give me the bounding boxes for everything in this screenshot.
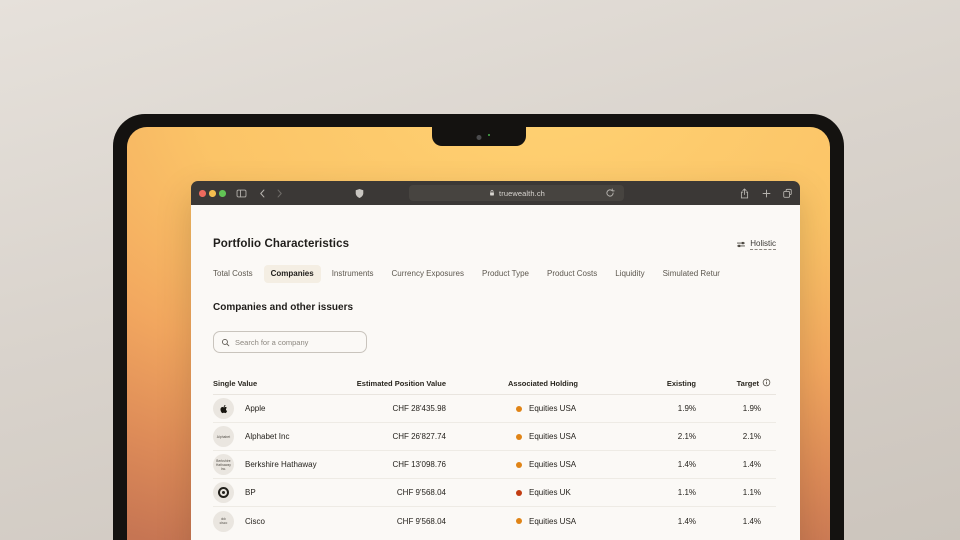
holistic-link-label: Holistic [750, 238, 776, 250]
zoom-window-button[interactable] [219, 190, 226, 197]
column-header-existing: Existing [666, 379, 696, 388]
table-row[interactable]: BP CHF 9'568.04 Equities UK 1.1% 1.1% [213, 479, 776, 507]
tab[interactable]: Product Type [482, 269, 529, 278]
company-name: Apple [245, 404, 266, 413]
existing-percent: 1.1% [677, 488, 696, 497]
company-logo: Alphabet [213, 426, 234, 447]
minimize-window-button[interactable] [209, 190, 216, 197]
tab[interactable]: Instruments [332, 269, 374, 278]
target-percent: 1.4% [742, 460, 761, 469]
position-value: CHF 13'098.76 [392, 460, 446, 469]
tab[interactable]: Currency Exposures [392, 269, 464, 278]
associated-holding: Equities USA [446, 517, 626, 526]
reload-icon[interactable] [605, 188, 615, 198]
company-logo [213, 398, 234, 419]
company-name: BP [245, 488, 256, 497]
company-logo: Berkshire Hathaway Inc. [213, 454, 234, 475]
company-name: Cisco [245, 516, 266, 526]
holding-dot [516, 433, 522, 440]
tab[interactable]: Companies [263, 264, 321, 283]
table-row[interactable]: Apple CHF 28'435.98 Equities USA 1.9% 1.… [213, 395, 776, 423]
company-name: Alphabet Inc [245, 432, 290, 441]
page-header: Portfolio Characteristics Holistic [213, 238, 776, 250]
laptop-screen: truewealth.ch Portfolio Characteristics … [127, 127, 830, 540]
table-row[interactable]: Alphabet Alphabet Inc CHF 26'827.74 Equi… [213, 423, 776, 451]
url-bar[interactable]: truewealth.ch [409, 185, 624, 201]
column-header-value: Estimated Position Value [356, 379, 446, 388]
target-percent: 1.9% [742, 404, 761, 413]
webcam [476, 135, 481, 140]
associated-holding: Equities USA [446, 404, 626, 413]
associated-holding: Equities USA [446, 432, 626, 441]
position-value: CHF 28'435.98 [392, 404, 446, 413]
holistic-link[interactable]: Holistic [736, 239, 776, 250]
position-value: CHF 26'827.74 [392, 432, 446, 441]
target-percent: 1.1% [742, 488, 761, 497]
holding-dot [516, 489, 522, 496]
privacy-shield-icon[interactable] [354, 188, 365, 199]
search-icon [222, 338, 230, 346]
section-heading: Companies and other issuers [213, 302, 354, 313]
existing-percent: 1.4% [677, 460, 696, 469]
company-logo [213, 482, 234, 503]
sliders-icon [737, 241, 746, 247]
company-logo: ılıılı cisco [213, 510, 234, 532]
tab-bar: Total Costs Companies Instruments Curren… [213, 264, 776, 283]
column-header-company: Single Value [213, 379, 258, 388]
holding-dot [516, 461, 522, 468]
column-header-holding: Associated Holding [508, 379, 579, 388]
tab-overview-icon[interactable] [782, 188, 793, 199]
page-content: Portfolio Characteristics Holistic Total… [191, 205, 800, 540]
table-body: Apple CHF 28'435.98 Equities USA 1.9% 1.… [213, 395, 776, 535]
laptop-frame: truewealth.ch Portfolio Characteristics … [113, 114, 844, 540]
position-value: CHF 9'568.04 [396, 516, 446, 526]
company-search[interactable] [213, 331, 367, 353]
desktop-background: truewealth.ch Portfolio Characteristics … [0, 0, 960, 540]
existing-percent: 1.4% [677, 516, 696, 526]
company-name: Berkshire Hathaway [245, 460, 317, 469]
existing-percent: 2.1% [677, 432, 696, 441]
table-row[interactable]: Berkshire Hathaway Inc. Berkshire Hathaw… [213, 451, 776, 479]
holding-dot [516, 405, 522, 412]
holding-dot [516, 518, 522, 524]
close-window-button[interactable] [199, 190, 206, 197]
back-icon[interactable] [257, 188, 268, 199]
url-text: truewealth.ch [499, 188, 545, 198]
browser-toolbar: truewealth.ch [191, 181, 800, 205]
info-icon[interactable] [762, 378, 771, 389]
position-value: CHF 9'568.04 [396, 488, 446, 497]
sidebar-icon[interactable] [236, 188, 247, 199]
browser-window: truewealth.ch Portfolio Characteristics … [191, 181, 800, 540]
tab[interactable]: Simulated Retur [663, 269, 720, 278]
camera-notch [431, 127, 526, 146]
target-percent: 1.4% [742, 516, 761, 526]
new-tab-icon[interactable] [761, 188, 772, 199]
table-row[interactable]: ılıılı cisco Cisco CHF 9'568.04 Equities… [213, 507, 776, 535]
associated-holding: Equities USA [446, 460, 626, 469]
tab[interactable]: Total Costs [213, 269, 253, 278]
page-title: Portfolio Characteristics [213, 238, 350, 250]
target-percent: 2.1% [742, 432, 761, 441]
column-header-target: Target [696, 378, 776, 389]
tab[interactable]: Product Costs [547, 269, 597, 278]
associated-holding: Equities UK [446, 488, 626, 497]
tab[interactable]: Liquidity [615, 269, 644, 278]
forward-icon[interactable] [274, 188, 285, 199]
webcam-led [487, 134, 490, 136]
share-icon[interactable] [739, 188, 750, 199]
table-header: Single Value Estimated Position Value As… [213, 377, 776, 395]
existing-percent: 1.9% [677, 404, 696, 413]
search-input[interactable] [235, 337, 359, 347]
lock-icon [488, 189, 496, 197]
